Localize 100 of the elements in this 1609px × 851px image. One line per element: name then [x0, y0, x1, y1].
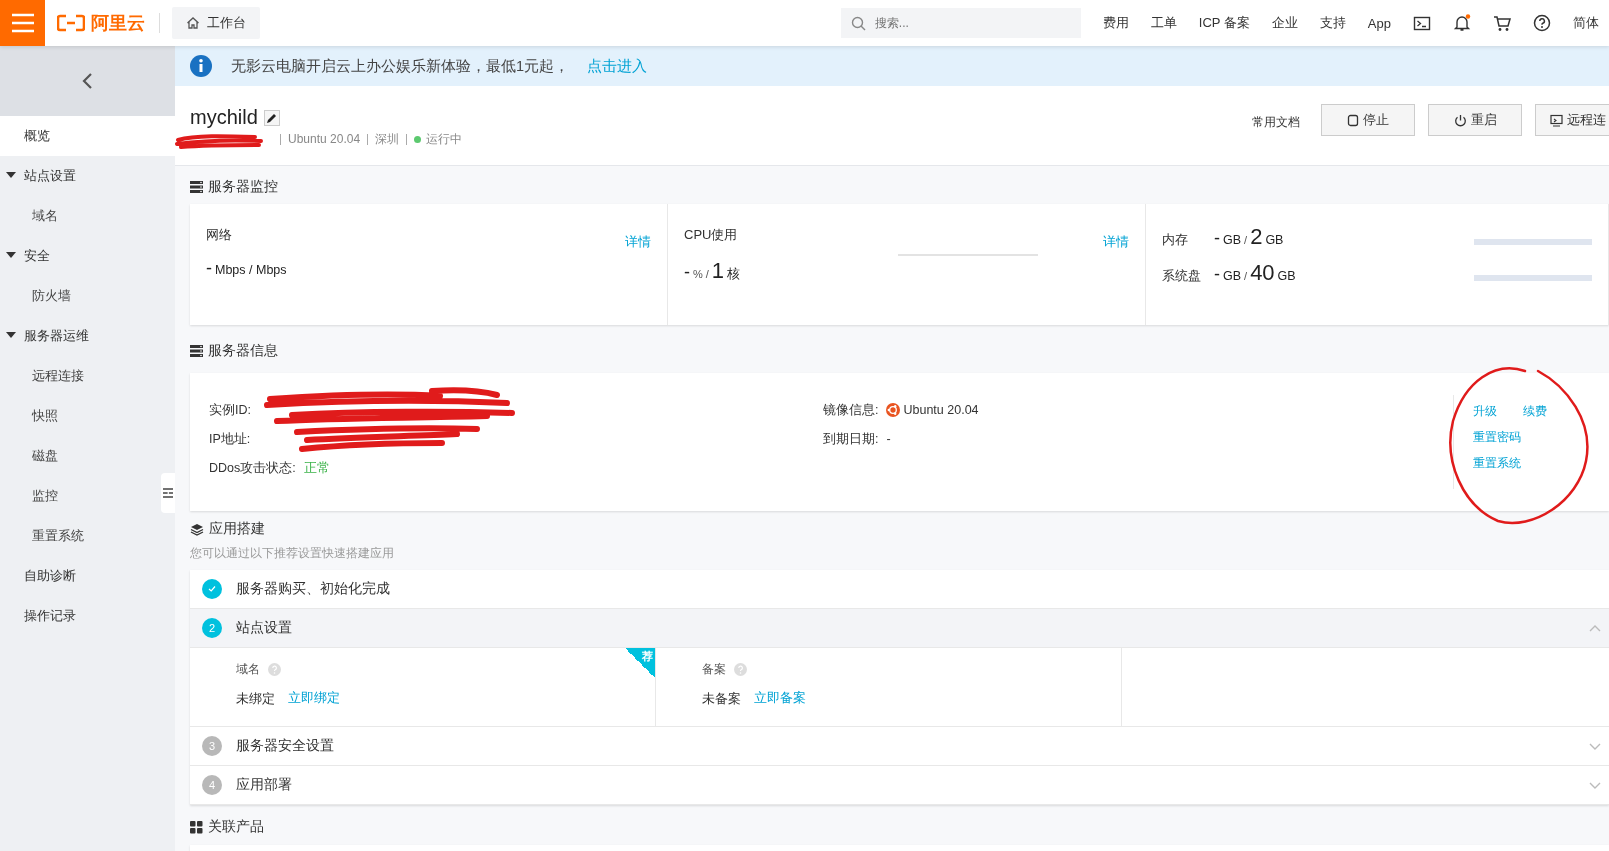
- field-label: DDos攻击状态:: [209, 459, 296, 477]
- sidebar-subitem[interactable]: 远程连接: [0, 356, 159, 396]
- metric-unit: GB: [1223, 233, 1242, 247]
- search-icon: [850, 16, 866, 31]
- sidebar-subitem[interactable]: 重置系统: [0, 516, 159, 556]
- chevron-left-icon: [82, 73, 93, 89]
- setting-value: 未备案: [702, 690, 741, 708]
- metric-total: 2: [1250, 224, 1263, 250]
- sidebar-item[interactable]: 自助诊断: [0, 556, 175, 596]
- metric-unit: GB: [1265, 233, 1284, 247]
- sidebar-item[interactable]: 站点设置: [0, 156, 175, 196]
- metric-value: -: [684, 262, 690, 283]
- nav-link[interactable]: 支持: [1319, 14, 1346, 32]
- step-row[interactable]: 3 服务器安全设置: [190, 727, 1609, 766]
- step-row[interactable]: 2 站点设置: [190, 609, 1609, 648]
- metric-total: 1: [711, 258, 725, 284]
- cart-icon[interactable]: [1493, 14, 1511, 32]
- logo-icon[interactable]: [57, 14, 85, 32]
- slash-text: /: [705, 268, 709, 280]
- instance-meta: 深圳: [367, 134, 407, 145]
- home-icon: [186, 16, 200, 30]
- metric-unit: GB: [1223, 269, 1242, 283]
- sidebar-subitem[interactable]: 防火墙: [0, 276, 159, 316]
- instance-name: mychild: [190, 106, 258, 129]
- check-icon: [208, 585, 216, 593]
- server-icon: [190, 344, 203, 358]
- step-number: 2: [202, 618, 222, 638]
- field-value: Ubuntu 20.04: [903, 403, 979, 417]
- toolbar-button[interactable]: 停止: [1321, 104, 1415, 136]
- metric-value: -: [1214, 228, 1220, 249]
- menu-button[interactable]: [0, 0, 45, 46]
- nav-link[interactable]: 企业: [1271, 14, 1298, 32]
- metric-total: 40: [1250, 260, 1275, 286]
- metric-label: 网络: [206, 226, 232, 244]
- edit-button[interactable]: [263, 109, 280, 126]
- section-title: 应用搭建: [209, 520, 265, 538]
- step-number: 4: [202, 775, 222, 795]
- info-icon: [189, 54, 213, 78]
- metric-unit: %: [693, 268, 703, 280]
- field-label: 到期日期:: [823, 430, 879, 448]
- workspace-button[interactable]: 工作台: [172, 7, 260, 39]
- instance-meta: Ubuntu 20.04: [280, 134, 368, 145]
- banner-text: 无影云电脑开启云上办公娱乐新体验，最低1元起，: [231, 56, 570, 76]
- metric-label: 内存: [1162, 231, 1188, 249]
- monitor-icon: [1550, 113, 1563, 127]
- field-label: 镜像信息:: [823, 401, 879, 419]
- ubuntu-logo-icon: [886, 403, 901, 417]
- status-dot: [414, 136, 422, 143]
- setting-value: 未绑定: [236, 690, 275, 708]
- server-icon: [190, 180, 203, 194]
- sidebar-subitem[interactable]: 监控: [0, 476, 159, 516]
- step-number: 3: [202, 736, 222, 756]
- recommend-badge: 荐: [625, 648, 655, 678]
- nav-link[interactable]: App: [1367, 15, 1391, 31]
- list-icon: [163, 488, 173, 498]
- metric-value: -: [1214, 264, 1220, 285]
- collapse-handle[interactable]: [161, 473, 175, 513]
- field-value: -: [886, 432, 891, 446]
- search-field[interactable]: 搜索...: [840, 8, 1081, 38]
- metric-unit: Mbps / Mbps: [215, 263, 287, 277]
- sidebar-subitem[interactable]: 快照: [0, 396, 159, 436]
- nav-link[interactable]: 工单: [1150, 14, 1177, 32]
- metric-unit: GB: [1277, 269, 1296, 283]
- nav-link[interactable]: 简体: [1573, 14, 1599, 32]
- nav-link[interactable]: ICP 备案: [1198, 14, 1250, 32]
- docs-link[interactable]: 常用文档: [1252, 114, 1300, 131]
- menu-icon: [11, 13, 34, 33]
- bell-icon[interactable]: [1453, 14, 1471, 32]
- section-title: 服务器信息: [208, 342, 278, 360]
- layers-icon: [190, 522, 204, 536]
- sidebar-item[interactable]: 概览: [0, 116, 175, 156]
- metric-unit: 核: [727, 266, 741, 283]
- power-icon: [1453, 113, 1467, 127]
- step-row[interactable]: 4 应用部署: [190, 766, 1609, 805]
- toolbar-button[interactable]: 重启: [1428, 104, 1522, 136]
- slash-text: /: [1244, 270, 1248, 282]
- sidebar-subitem[interactable]: 域名: [0, 196, 159, 236]
- setting-label: 备案: [702, 661, 726, 678]
- nav-link[interactable]: 费用: [1102, 14, 1129, 32]
- status-text: 运行中: [426, 134, 463, 145]
- grid-icon: [190, 820, 203, 834]
- sidebar-item[interactable]: 安全: [0, 236, 175, 276]
- pencil-icon: [266, 111, 278, 124]
- toolbar-button[interactable]: 远程连: [1535, 104, 1609, 136]
- field-label: IP地址:: [209, 430, 251, 448]
- sidebar-item[interactable]: 操作记录: [0, 596, 175, 636]
- field-value: 正常: [303, 459, 330, 477]
- sidebar-subitem[interactable]: 磁盘: [0, 436, 159, 476]
- metric-label: 系统盘: [1162, 267, 1201, 285]
- metric-value: -: [206, 258, 212, 279]
- section-title: 关联产品: [208, 818, 264, 836]
- metric-label: CPU使用: [684, 226, 738, 244]
- sidebar-item[interactable]: 服务器运维: [0, 316, 175, 356]
- help-icon[interactable]: [1533, 14, 1551, 32]
- square-icon: [1347, 113, 1359, 127]
- section-title: 服务器监控: [208, 178, 278, 196]
- setting-label: 域名: [236, 661, 260, 678]
- field-label: 实例ID:: [209, 401, 251, 419]
- slash-text: /: [1244, 234, 1248, 246]
- terminal-icon[interactable]: [1413, 14, 1431, 32]
